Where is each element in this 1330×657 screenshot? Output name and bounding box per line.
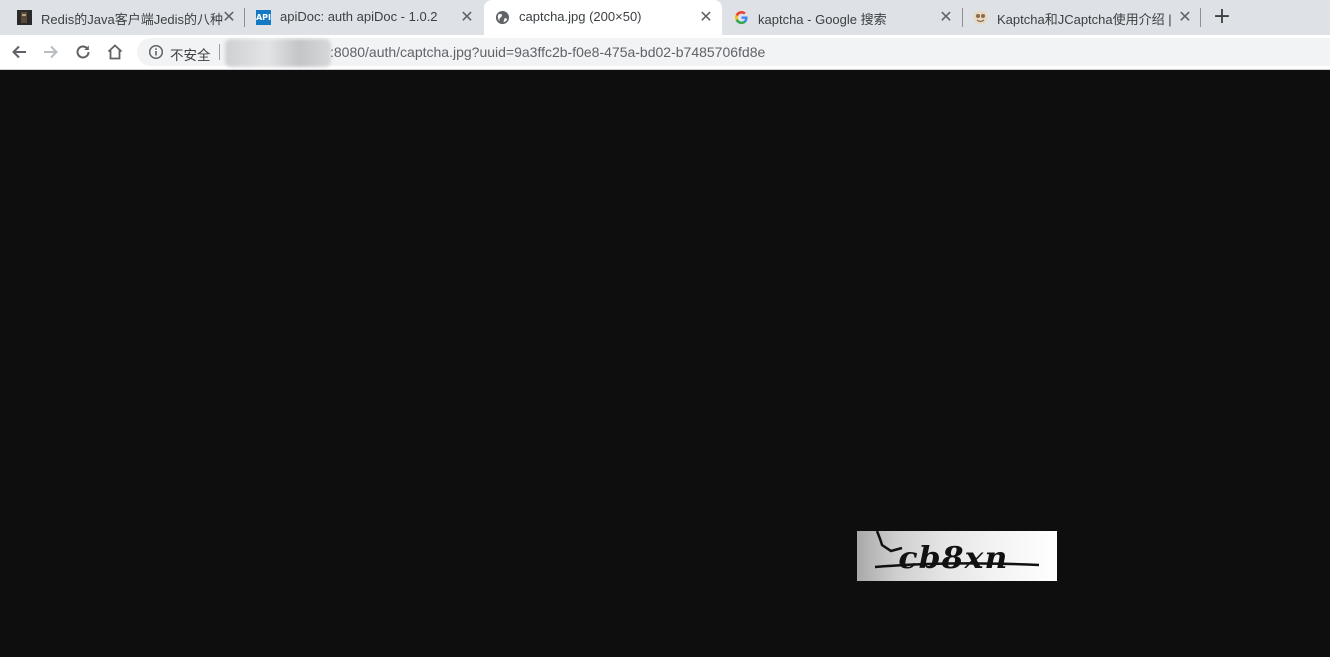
captcha-text: cb8xn [898, 541, 1009, 576]
reload-button[interactable] [70, 39, 96, 65]
avatar-favicon-icon [973, 10, 988, 25]
tab-title: kaptcha - Google 搜索 [758, 12, 887, 27]
url-text[interactable]: :8080/auth/captcha.jpg?uuid=9a3ffc2b-f0e… [330, 44, 765, 60]
tab-title: captcha.jpg (200×50) [519, 9, 642, 24]
back-button[interactable] [6, 39, 32, 65]
book-favicon-icon [17, 10, 32, 25]
close-tab-icon[interactable]: ✕ [938, 9, 954, 25]
close-tab-icon[interactable]: ✕ [221, 9, 237, 25]
security-label[interactable]: 不安全 [170, 44, 211, 64]
info-icon[interactable] [148, 44, 164, 60]
address-bar[interactable]: 不安全 :8080/auth/captcha.jpg?uuid=9a3ffc2b… [137, 38, 1330, 67]
api-favicon-icon: API [256, 10, 271, 25]
google-icon [735, 10, 748, 25]
tab-apidoc[interactable]: API apiDoc: auth apiDoc - 1.0.2 ✕ [245, 0, 483, 35]
tab-title: Kaptcha和JCaptcha使用介绍 | T [997, 12, 1173, 27]
page-viewport: cb8xn [0, 71, 1330, 657]
home-icon [107, 44, 123, 60]
close-tab-icon[interactable]: ✕ [698, 9, 714, 25]
tab-redis[interactable]: Redis的Java客户端Jedis的八种调 ✕ [6, 0, 244, 35]
omnibox-divider [219, 44, 220, 60]
reload-icon [76, 45, 90, 59]
new-tab-button[interactable]: + [1212, 6, 1232, 28]
tab-kaptcha[interactable]: Kaptcha和JCaptcha使用介绍 | T ✕ [962, 0, 1200, 35]
tab-google[interactable]: kaptcha - Google 搜索 ✕ [723, 0, 961, 35]
toolbar: 不安全 :8080/auth/captcha.jpg?uuid=9a3ffc2b… [0, 35, 1330, 70]
back-arrow-icon [12, 45, 26, 59]
redacted-host [225, 39, 331, 67]
home-button[interactable] [102, 39, 128, 65]
tab-divider [1200, 8, 1201, 27]
tab-title: apiDoc: auth apiDoc - 1.0.2 [280, 9, 438, 24]
close-tab-icon[interactable]: ✕ [1177, 9, 1193, 25]
captcha-image: cb8xn [857, 531, 1057, 581]
tab-captcha[interactable]: captcha.jpg (200×50) ✕ [484, 0, 722, 35]
tab-strip: Redis的Java客户端Jedis的八种调 ✕ API apiDoc: aut… [0, 0, 1330, 35]
globe-icon [495, 10, 510, 25]
tab-title: Redis的Java客户端Jedis的八种调 [41, 12, 223, 27]
forward-arrow-icon [44, 45, 58, 59]
close-tab-icon[interactable]: ✕ [459, 9, 475, 25]
forward-button[interactable] [38, 39, 64, 65]
